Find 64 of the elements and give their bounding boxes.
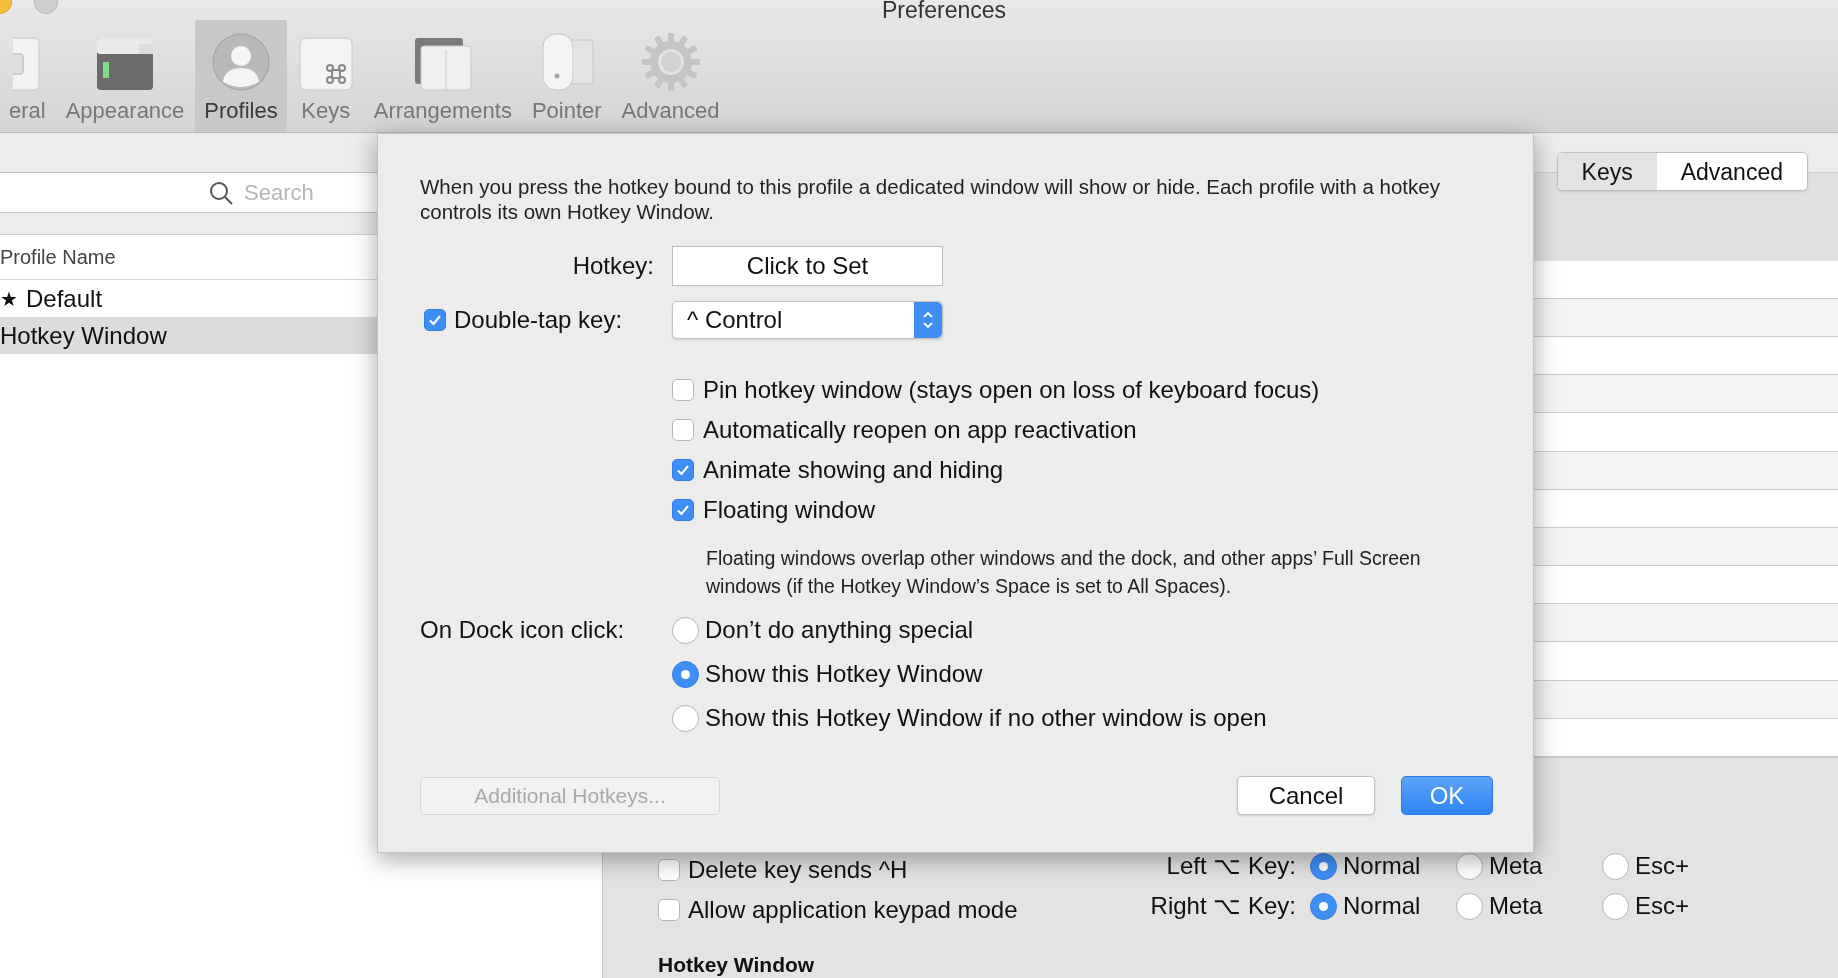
radio-label: Show this Hotkey Window if no other window is open: [705, 703, 1267, 733]
checkbox[interactable]: [424, 309, 446, 331]
checkbox[interactable]: [672, 379, 694, 401]
radio-button[interactable]: [1456, 892, 1483, 920]
toolbar-tab[interactable]: Keys: [288, 20, 363, 132]
terminal-window-icon: [95, 36, 155, 92]
profile-tab[interactable]: Keys: [1557, 153, 1657, 191]
radio-button[interactable]: [672, 704, 699, 732]
star-mark: ★: [0, 286, 18, 312]
ok-button[interactable]: OK: [1401, 776, 1493, 815]
option-label: Animate showing and hiding: [703, 455, 1004, 485]
radio-label: Don’t do anything special: [705, 615, 974, 645]
radio-label: Meta: [1489, 851, 1543, 881]
gear-icon: [640, 32, 701, 92]
option-label: Automatically reopen on app reactivation: [703, 415, 1137, 445]
stacked-windows-icon: [412, 36, 473, 92]
checkbox-label: Delete key sends ^H: [688, 855, 908, 885]
radio-label: Show this Hotkey Window: [705, 659, 983, 689]
option-label: Floating window: [703, 495, 876, 525]
radio-label: Normal: [1343, 851, 1421, 881]
radio-button[interactable]: [672, 660, 699, 688]
checkbox[interactable]: [658, 859, 680, 881]
toolbar-tab[interactable]: Profiles: [195, 20, 287, 132]
radio-button[interactable]: [1310, 892, 1337, 920]
radio-button[interactable]: [1602, 892, 1629, 920]
window-title: Preferences: [882, 0, 1006, 24]
checkmark-icon: [676, 463, 690, 477]
toolbar-tab[interactable]: Appearance: [56, 20, 194, 132]
option-key-label: Left ⌥ Key:: [1165, 851, 1297, 881]
command-key-icon: [297, 36, 354, 92]
checkbox[interactable]: [672, 419, 694, 441]
checkmark-icon: [428, 313, 442, 327]
section-heading: Hotkey Window: [658, 952, 816, 978]
click-to-set-button[interactable]: Click to Set: [672, 246, 943, 286]
cancel-button[interactable]: Cancel: [1237, 776, 1375, 815]
radio-label: Esc+: [1635, 891, 1690, 921]
key-dropdown[interactable]: ^ Control: [672, 301, 943, 339]
option-label: Pin hotkey window (stays open on loss of keyboard focus): [703, 375, 1320, 405]
radio-button[interactable]: [1602, 852, 1629, 880]
toolbar-tab[interactable]: Advanced: [612, 20, 729, 132]
user-silhouette-icon: [211, 32, 271, 92]
checkbox-label: Allow application keypad mode: [688, 895, 1018, 925]
profile-name: Default: [26, 283, 103, 314]
switch-icon: [13, 36, 42, 92]
profile-tab[interactable]: Advanced: [1656, 153, 1807, 191]
radio-button[interactable]: [1456, 852, 1483, 880]
radio-button[interactable]: [1310, 852, 1337, 880]
radio-button[interactable]: [672, 616, 699, 644]
checkbox[interactable]: [658, 899, 680, 921]
profile-name: Hotkey Window: [0, 320, 167, 351]
checkmark-icon: [676, 503, 690, 517]
search-icon: [208, 179, 234, 206]
checkbox[interactable]: [672, 459, 694, 481]
toolbar-tab[interactable]: eral: [0, 20, 55, 132]
radio-label: Normal: [1343, 891, 1421, 921]
toolbar-tab[interactable]: Arrangements: [364, 20, 521, 132]
toolbar-tab[interactable]: Pointer: [522, 20, 611, 132]
radio-label: Esc+: [1635, 851, 1690, 881]
option-key-label: Right ⌥ Key:: [1149, 891, 1297, 921]
stepper-icon: [914, 302, 942, 338]
checkbox[interactable]: [672, 499, 694, 521]
radio-label: Meta: [1489, 891, 1543, 921]
floating-note: Floating windows overlap other windows and the dock, and other apps’ Full Screen windows (if the Hotkey Window’s Space is set to All Spaces).: [706, 546, 1422, 599]
dock-click-label: On Dock icon click:: [420, 615, 626, 645]
